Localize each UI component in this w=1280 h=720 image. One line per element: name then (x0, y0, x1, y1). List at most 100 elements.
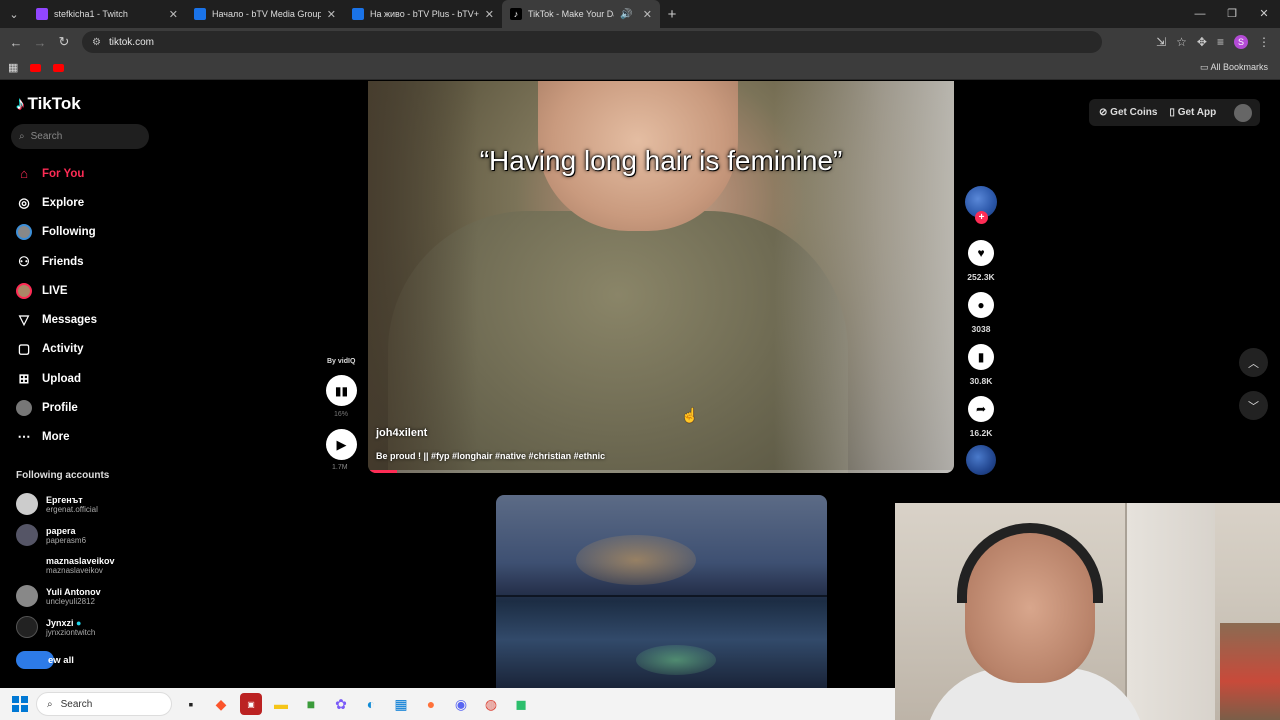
media-icon[interactable]: ≡ (1217, 35, 1224, 49)
nav-label: Messages (42, 314, 97, 327)
store-icon[interactable]: ▦ (390, 693, 412, 715)
tiktok-logo[interactable]: ♪ TikTok (16, 94, 81, 114)
nav-live[interactable]: LIVE (0, 276, 160, 305)
next-video-button[interactable]: ﹀ (1239, 391, 1268, 420)
back-icon[interactable]: ← (4, 35, 28, 50)
account-item[interactable]: Yuli Antonov uncleyuli2812 (16, 581, 156, 612)
copilot-icon[interactable]: ✿ (330, 693, 352, 715)
extensions-icon[interactable]: ✥ (1197, 35, 1207, 49)
search-input[interactable]: ⌕ Search (11, 124, 149, 149)
restore-icon[interactable]: ❐ (1216, 0, 1248, 28)
get-coins-button[interactable]: ⊘ Get Coins (1099, 107, 1157, 118)
youtube-bookmark-icon[interactable] (53, 63, 65, 72)
forward-icon[interactable]: → (28, 35, 52, 50)
video-author[interactable]: joh4xilent (376, 427, 427, 439)
nav-label: Following (42, 226, 96, 239)
chrome-icon[interactable]: ◍ (480, 693, 502, 715)
browser-tab-tiktok[interactable]: ♪ TikTok - Make Your Day 🔊 ✕ (502, 0, 660, 28)
site-info-icon[interactable]: ⚙ (92, 37, 101, 48)
save-button[interactable]: ▮ (968, 344, 994, 370)
discord-icon[interactable]: ◉ (450, 693, 472, 715)
firefox-icon[interactable]: ● (420, 693, 442, 715)
reload-icon[interactable]: ↻ (52, 34, 76, 50)
headphones-icon (957, 523, 1103, 603)
video-overlay-text: “Having long hair is feminine” (479, 145, 843, 176)
webcam-door (1125, 503, 1215, 720)
edge-icon[interactable]: ◐ (360, 693, 382, 715)
url-text: tiktok.com (108, 36, 154, 48)
windows-start-icon[interactable] (12, 696, 28, 712)
browser-menu-icon[interactable]: ⋮ (1258, 35, 1270, 49)
video-player[interactable]: “Having long hair is feminine” joh4xilen… (368, 81, 954, 473)
comment-button[interactable]: ● (968, 292, 994, 318)
btv-favicon-icon (352, 8, 364, 20)
profile-avatar[interactable]: S (1234, 35, 1248, 49)
new-tab-button[interactable]: + (660, 6, 684, 23)
search-placeholder: Search (30, 131, 63, 142)
following-accounts-title: Following accounts (16, 470, 110, 481)
play-button[interactable]: ▶ (326, 429, 357, 460)
account-item[interactable]: maznaslaveikov maznaslaveikov (16, 550, 156, 581)
account-username: ergenat.official (46, 504, 98, 514)
tab-close-icon[interactable]: ✕ (485, 8, 494, 21)
all-bookmarks-button[interactable]: ▭ All Bookmarks (1200, 62, 1268, 73)
music-disc-icon[interactable] (966, 445, 996, 475)
activity-icon: ▢ (17, 341, 31, 357)
nav-upload[interactable]: ⊞ Upload (0, 364, 160, 393)
like-button[interactable]: ♥ (968, 240, 994, 266)
game-app-icon[interactable]: ▣ (240, 693, 262, 715)
account-name: maznaslaveikov (46, 556, 115, 567)
video-progress-bar[interactable] (368, 470, 954, 473)
nav-explore[interactable]: ◎ Explore (0, 188, 160, 217)
nav-label: Activity (42, 343, 84, 356)
get-coins-label: Get Coins (1110, 107, 1158, 118)
next-video-preview[interactable] (496, 495, 827, 688)
tab-close-icon[interactable]: ✕ (327, 8, 336, 21)
browser-tab-twitch[interactable]: stefkicha1 - Twitch ✕ (28, 0, 186, 28)
share-count: 16.2K (969, 428, 993, 438)
avatar (16, 554, 38, 577)
see-all-button[interactable]: ew all (16, 651, 74, 669)
browser-tab-btv[interactable]: Начало - bTV Media Group - b ✕ (186, 0, 344, 28)
account-item[interactable]: Ергенът ergenat.official (16, 489, 156, 520)
previous-video-button[interactable]: ︿ (1239, 348, 1268, 377)
follow-plus-icon[interactable]: + (975, 211, 988, 224)
share-button[interactable]: ➦ (968, 396, 994, 422)
vidiq-stats-button[interactable]: ▮▮ (326, 375, 357, 406)
streamer-webcam (895, 503, 1280, 720)
task-view-icon[interactable]: ▪ (180, 693, 202, 715)
account-item[interactable]: papera paperasm6 (16, 520, 156, 551)
address-field[interactable]: ⚙ tiktok.com (82, 31, 1102, 53)
nav-following[interactable]: Following (0, 218, 160, 247)
browser-tab-btv-plus[interactable]: На живо - bTV Plus - bTV+ ✕ (344, 0, 502, 28)
video-frame-shade (368, 81, 478, 473)
brave-icon[interactable]: ◆ (210, 693, 232, 715)
youtube-bookmark-icon[interactable] (30, 63, 42, 72)
tab-search-button[interactable]: ⌄ (0, 0, 28, 28)
bookmark-star-icon[interactable]: ☆ (1176, 35, 1187, 49)
close-icon[interactable]: ✕ (1248, 0, 1280, 28)
apps-grid-icon[interactable]: ▦ (8, 61, 18, 74)
get-app-button[interactable]: ▯ Get App (1169, 107, 1216, 118)
nav-more[interactable]: ⋯ More (0, 423, 160, 452)
nav-messages[interactable]: ▽ Messages (0, 305, 160, 334)
tab-close-icon[interactable]: ✕ (643, 8, 652, 21)
video-progress-fill (368, 470, 398, 473)
taskbar-search[interactable]: ⌕ Search (36, 692, 172, 716)
install-app-icon[interactable]: ⇲ (1156, 35, 1166, 49)
minecraft-icon[interactable]: ■ (300, 693, 322, 715)
nav-friends[interactable]: ⚇ Friends (0, 247, 160, 276)
tab-audio-icon[interactable]: 🔊 (620, 9, 632, 20)
account-item[interactable]: Jynxzi ● jynxziontwitch (16, 612, 156, 643)
nav-for-you[interactable]: ⌂ For You (0, 159, 160, 188)
user-avatar[interactable] (1234, 103, 1252, 122)
video-frame-divider (496, 595, 827, 597)
nav-activity[interactable]: ▢ Activity (0, 335, 160, 364)
tab-close-icon[interactable]: ✕ (169, 8, 178, 21)
nav-label: Friends (42, 255, 84, 268)
browser-tab-bar: ⌄ stefkicha1 - Twitch ✕ Начало - bTV Med… (0, 0, 1280, 28)
minimize-icon[interactable]: — (1184, 0, 1216, 28)
nav-profile[interactable]: Profile (0, 393, 160, 422)
file-explorer-icon[interactable]: ▬ (270, 693, 292, 715)
app-icon[interactable]: ◼ (510, 693, 532, 715)
